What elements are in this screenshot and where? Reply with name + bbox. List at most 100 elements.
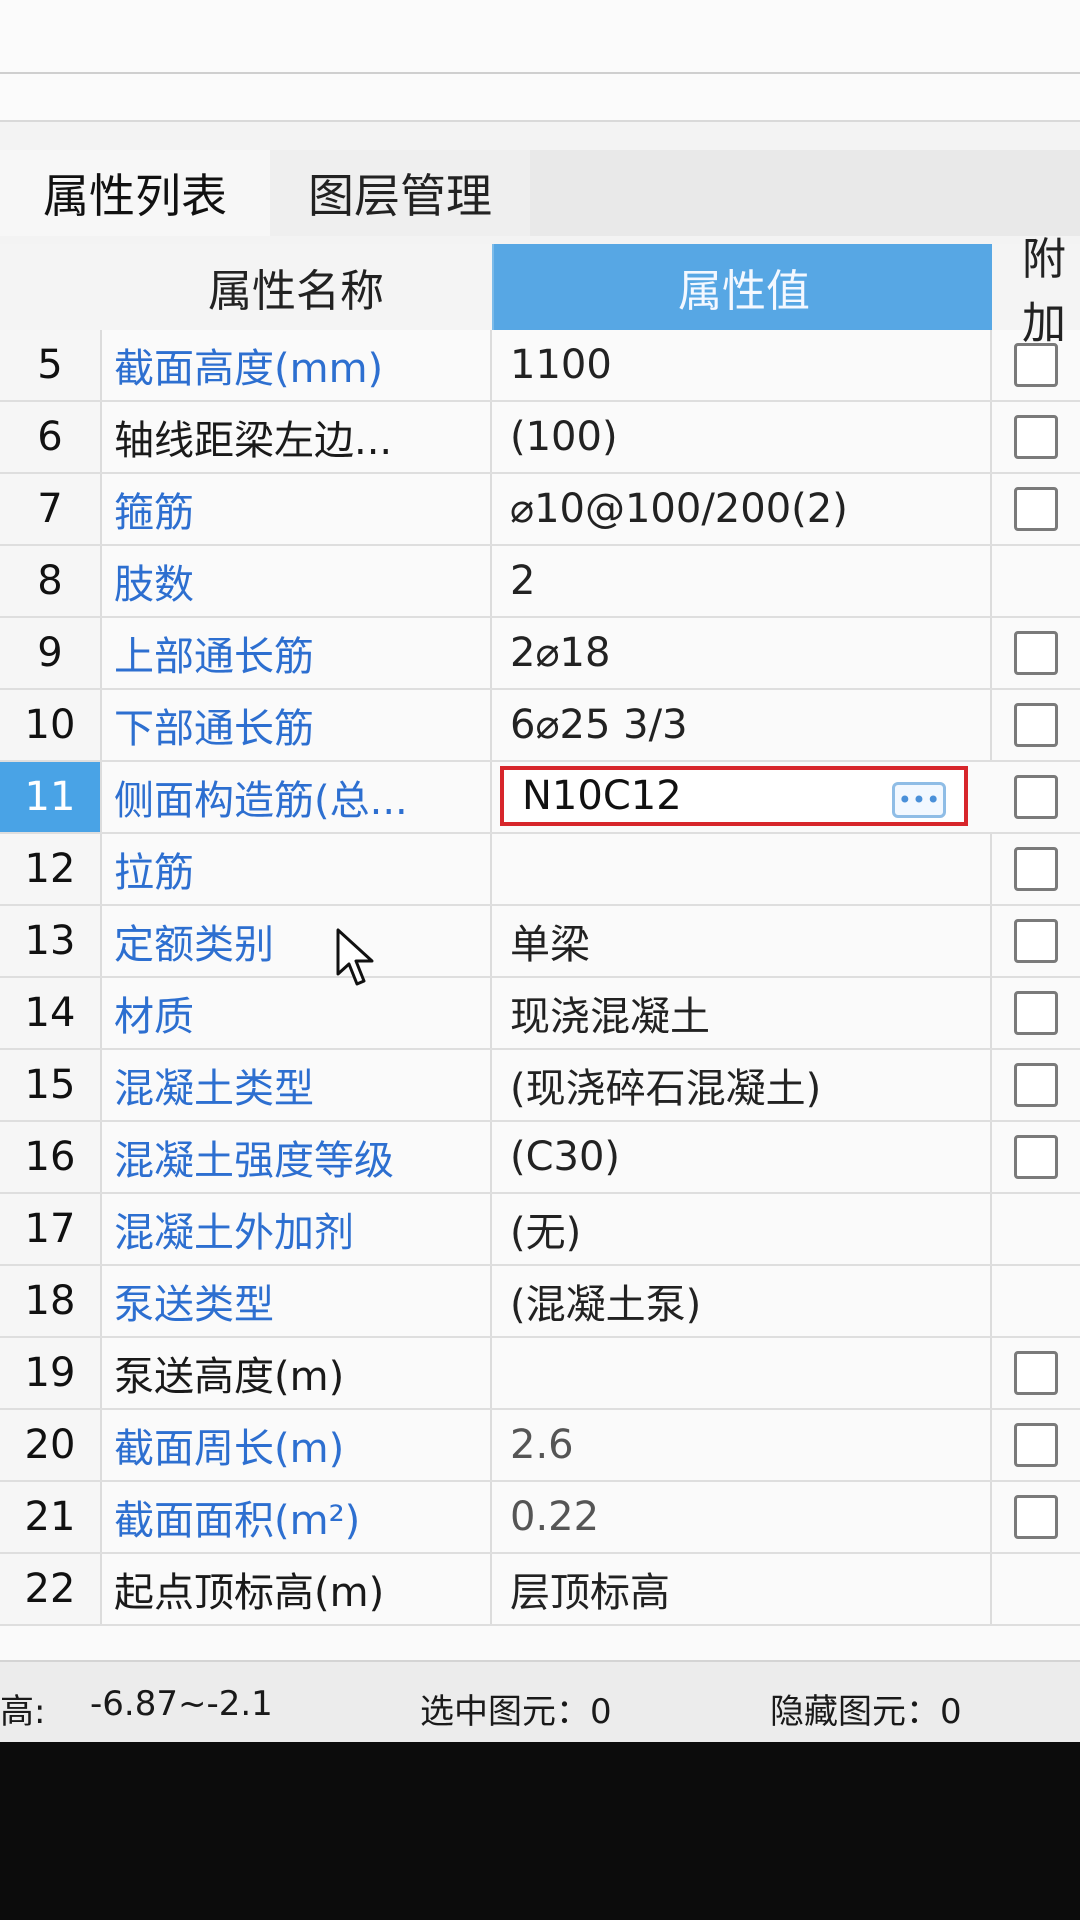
extra-checkbox[interactable]	[1014, 919, 1058, 963]
tab-layers[interactable]: 图层管理	[270, 150, 530, 236]
property-name: 混凝土外加剂	[100, 1194, 492, 1264]
row-number: 18	[0, 1266, 102, 1336]
property-name: 上部通长筋	[100, 618, 492, 688]
extra-checkbox-cell	[992, 1194, 1080, 1264]
property-value[interactable]: 6⌀25 3/3	[492, 690, 992, 760]
row-number: 21	[0, 1482, 102, 1552]
property-name: 混凝土强度等级	[100, 1122, 492, 1192]
row-number: 10	[0, 690, 102, 760]
property-name: 截面高度(mm)	[100, 330, 492, 400]
extra-checkbox[interactable]	[1014, 1063, 1058, 1107]
divider	[0, 72, 1080, 74]
property-value[interactable]: 1100	[492, 330, 992, 400]
property-value[interactable]	[492, 834, 992, 904]
table-row[interactable]: 17 混凝土外加剂 (无)	[0, 1194, 1080, 1266]
extra-checkbox[interactable]	[1014, 1135, 1058, 1179]
selected-count: 选中图元：0	[420, 1692, 612, 1732]
table-row[interactable]: 19 泵送高度(m)	[0, 1338, 1080, 1410]
tab-properties[interactable]: 属性列表	[0, 150, 272, 236]
extra-checkbox[interactable]	[1014, 775, 1058, 819]
property-value[interactable]: 层顶标高	[492, 1554, 992, 1624]
extra-checkbox[interactable]	[1014, 703, 1058, 747]
extra-checkbox[interactable]	[1014, 415, 1058, 459]
row-number: 6	[0, 402, 102, 472]
extra-checkbox-cell	[992, 1482, 1080, 1552]
header-extra: 附加	[992, 234, 1080, 349]
property-name: 下部通长筋	[100, 690, 492, 760]
extra-checkbox-cell	[992, 906, 1080, 976]
property-value[interactable]: (C30)	[492, 1122, 992, 1192]
property-name: 箍筋	[100, 474, 492, 544]
property-name: 拉筋	[100, 834, 492, 904]
extra-checkbox-cell	[992, 1554, 1080, 1624]
extra-checkbox[interactable]	[1014, 487, 1058, 531]
table-row[interactable]: 9 上部通长筋 2⌀18	[0, 618, 1080, 690]
elevation-label: 高:	[0, 1692, 46, 1732]
header-number	[0, 244, 100, 330]
ellipsis-button[interactable]: •••	[892, 782, 946, 818]
row-number: 15	[0, 1050, 102, 1120]
table-row[interactable]: 8 肢数 2	[0, 546, 1080, 618]
row-number: 19	[0, 1338, 102, 1408]
property-value-input[interactable]: N10C12 •••	[500, 766, 968, 826]
row-number: 5	[0, 330, 102, 400]
extra-checkbox[interactable]	[1014, 1495, 1058, 1539]
property-name: 混凝土类型	[100, 1050, 492, 1120]
table-row[interactable]: 15 混凝土类型 (现浇碎石混凝土)	[0, 1050, 1080, 1122]
row-number: 13	[0, 906, 102, 976]
extra-checkbox-cell	[992, 1122, 1080, 1192]
property-name: 泵送类型	[100, 1266, 492, 1336]
property-value[interactable]	[492, 1338, 992, 1408]
status-bar: 高: -6.87~-2.1 选中图元：0 隐藏图元：0	[0, 1660, 1080, 1744]
extra-checkbox-cell	[992, 978, 1080, 1048]
extra-checkbox[interactable]	[1014, 991, 1058, 1035]
table-row[interactable]: 5 截面高度(mm) 1100	[0, 330, 1080, 402]
row-number: 9	[0, 618, 102, 688]
property-name: 泵送高度(m)	[100, 1338, 492, 1408]
property-value[interactable]: (现浇碎石混凝土)	[492, 1050, 992, 1120]
table-row[interactable]: 22 起点顶标高(m) 层顶标高	[0, 1554, 1080, 1626]
table-row[interactable]: 13 定额类别 单梁	[0, 906, 1080, 978]
table-row[interactable]: 20 截面周长(m) 2.6	[0, 1410, 1080, 1482]
top-toolbar-strip	[0, 0, 1080, 122]
property-value[interactable]: 2.6	[492, 1410, 992, 1480]
property-value[interactable]: (无)	[492, 1194, 992, 1264]
property-value[interactable]: 现浇混凝土	[492, 978, 992, 1048]
extra-checkbox-cell	[992, 1266, 1080, 1336]
header-property-name: 属性名称	[100, 244, 492, 330]
property-value[interactable]: ⌀10@100/200(2)	[492, 474, 992, 544]
table-row[interactable]: 7 箍筋 ⌀10@100/200(2)	[0, 474, 1080, 546]
property-value[interactable]: (混凝土泵)	[492, 1266, 992, 1336]
extra-checkbox[interactable]	[1014, 847, 1058, 891]
extra-checkbox[interactable]	[1014, 1423, 1058, 1467]
table-row[interactable]: 10 下部通长筋 6⌀25 3/3	[0, 690, 1080, 762]
extra-checkbox-cell	[992, 402, 1080, 472]
hidden-count: 隐藏图元：0	[770, 1692, 962, 1732]
row-number: 20	[0, 1410, 102, 1480]
extra-checkbox-cell	[992, 546, 1080, 616]
extra-checkbox-cell	[992, 474, 1080, 544]
extra-checkbox-cell	[992, 690, 1080, 760]
screen: 属性列表 图层管理 属性名称 属性值 附加 5 截面高度(mm) 1100 6 轴线距梁…	[0, 0, 1080, 1920]
row-number: 8	[0, 546, 102, 616]
property-value[interactable]: 0.22	[492, 1482, 992, 1552]
property-value[interactable]: 单梁	[492, 906, 992, 976]
table-row[interactable]: 12 拉筋	[0, 834, 1080, 906]
extra-checkbox-cell	[992, 330, 1080, 400]
property-value[interactable]: 2⌀18	[492, 618, 992, 688]
table-row[interactable]: 18 泵送类型 (混凝土泵)	[0, 1266, 1080, 1338]
mouse-cursor-icon	[336, 928, 374, 986]
property-name: 侧面构造筋(总...	[100, 762, 492, 832]
table-row[interactable]: 11 侧面构造筋(总... N10C12 •••	[0, 762, 1080, 834]
extra-checkbox[interactable]	[1014, 1351, 1058, 1395]
table-row[interactable]: 16 混凝土强度等级 (C30)	[0, 1122, 1080, 1194]
property-value[interactable]: 2	[492, 546, 992, 616]
property-value[interactable]: (100)	[492, 402, 992, 472]
extra-checkbox[interactable]	[1014, 343, 1058, 387]
property-name: 材质	[100, 978, 492, 1048]
row-number: 22	[0, 1554, 102, 1624]
table-row[interactable]: 6 轴线距梁左边... (100)	[0, 402, 1080, 474]
table-row[interactable]: 21 截面面积(m²) 0.22	[0, 1482, 1080, 1554]
extra-checkbox[interactable]	[1014, 631, 1058, 675]
table-row[interactable]: 14 材质 现浇混凝土	[0, 978, 1080, 1050]
